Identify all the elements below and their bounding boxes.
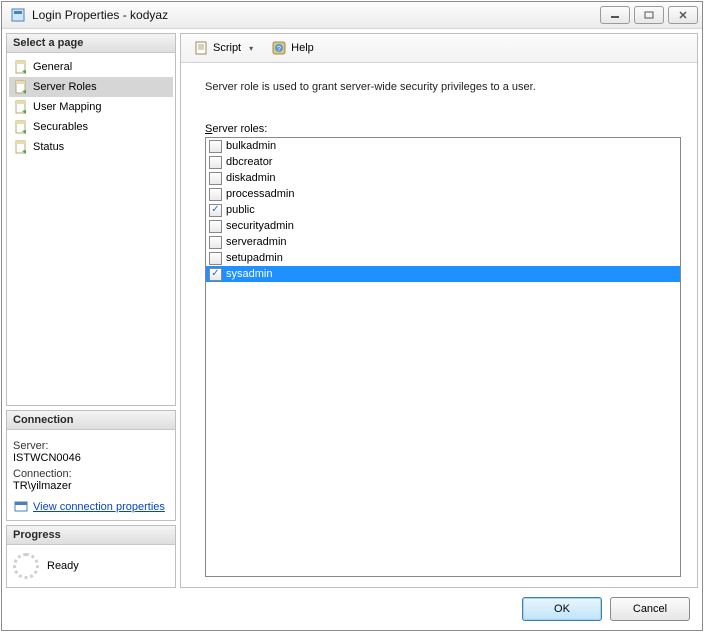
server-roles-listbox[interactable]: bulkadmindbcreatordiskadminprocessadmin✓… [205,137,681,577]
role-row-sysadmin[interactable]: ✓ sysadmin [206,266,680,282]
role-checkbox[interactable] [209,188,222,201]
dialog-window: Login Properties - kodyaz Select a page … [1,1,703,631]
sidebar-item-server-roles[interactable]: Server Roles [9,77,173,97]
help-button[interactable]: ? Help [267,38,318,58]
role-row-setupadmin[interactable]: setupadmin [206,250,680,266]
role-checkbox[interactable]: ✓ [209,204,222,217]
role-row-dbcreator[interactable]: dbcreator [206,154,680,170]
role-checkbox[interactable] [209,252,222,265]
page-icon [13,79,29,95]
sidebar-item-label: Securables [33,121,88,133]
toolbar: Script ▾ ? Help [181,34,697,63]
role-checkbox[interactable] [209,172,222,185]
page-icon [13,99,29,115]
minimize-button[interactable] [600,6,630,24]
ok-button[interactable]: OK [522,597,602,621]
role-row-public[interactable]: ✓ public [206,202,680,218]
main-panel: Script ▾ ? Help Server role is used to g… [180,33,698,588]
progress-header: Progress [7,526,175,545]
role-checkbox[interactable] [209,140,222,153]
page-description: Server role is used to grant server-wide… [205,81,681,93]
sidebar-item-label: Server Roles [33,81,97,93]
svg-text:?: ? [277,46,281,53]
role-label: diskadmin [226,170,276,186]
server-label: Server: [13,440,169,452]
connection-label: Connection: [13,468,169,480]
progress-status: Ready [47,560,79,572]
sidebar-item-label: User Mapping [33,101,101,113]
script-label: Script [213,42,241,54]
role-label: setupadmin [226,250,283,266]
page-list: General Server Roles User Mapping Securable… [7,53,175,405]
sidebar-item-label: Status [33,141,64,153]
role-checkbox[interactable] [209,156,222,169]
progress-spinner-icon [13,553,39,579]
sidebar-item-status[interactable]: Status [9,137,173,157]
left-column: Select a page General Server Roles User Ma… [6,33,176,588]
server-value: ISTWCN0046 [13,452,169,464]
role-row-diskadmin[interactable]: diskadmin [206,170,680,186]
role-label: public [226,202,255,218]
role-checkbox[interactable] [209,236,222,249]
page-icon [13,59,29,75]
role-label: processadmin [226,186,294,202]
window-title: Login Properties - kodyaz [30,8,600,22]
role-label: securityadmin [226,218,294,234]
app-icon [10,7,26,23]
script-dropdown-icon[interactable]: ▾ [245,44,257,53]
role-row-securityadmin[interactable]: securityadmin [206,218,680,234]
role-label: dbcreator [226,154,272,170]
role-checkbox[interactable] [209,220,222,233]
title-bar[interactable]: Login Properties - kodyaz [2,2,702,29]
role-row-processadmin[interactable]: processadmin [206,186,680,202]
progress-panel: Progress Ready [6,525,176,588]
script-icon [193,40,209,56]
sidebar-item-general[interactable]: General [9,57,173,77]
help-label: Help [291,42,314,54]
sidebar-item-securables[interactable]: Securables [9,117,173,137]
page-icon [13,119,29,135]
role-row-bulkadmin[interactable]: bulkadmin [206,138,680,154]
server-roles-label: Server roles: [205,123,681,135]
connection-properties-icon [13,498,29,514]
close-button[interactable] [668,6,698,24]
page-selector-panel: Select a page General Server Roles User Ma… [6,33,176,406]
role-row-serveradmin[interactable]: serveradmin [206,234,680,250]
cancel-button[interactable]: Cancel [610,597,690,621]
sidebar-item-label: General [33,61,72,73]
script-button[interactable]: Script ▾ [189,38,261,58]
role-label: bulkadmin [226,138,276,154]
sidebar-item-user-mapping[interactable]: User Mapping [9,97,173,117]
page-icon [13,139,29,155]
role-label: sysadmin [226,266,272,282]
role-checkbox[interactable]: ✓ [209,268,222,281]
page-selector-header: Select a page [7,34,175,53]
dialog-footer: OK Cancel [2,588,702,630]
view-connection-properties-link[interactable]: View connection properties [33,501,165,513]
connection-header: Connection [7,411,175,430]
window-controls [600,6,698,24]
help-icon: ? [271,40,287,56]
role-label: serveradmin [226,234,287,250]
connection-value: TR\yilmazer [13,480,169,492]
connection-panel: Connection Server: ISTWCN0046 Connection… [6,410,176,521]
maximize-button[interactable] [634,6,664,24]
